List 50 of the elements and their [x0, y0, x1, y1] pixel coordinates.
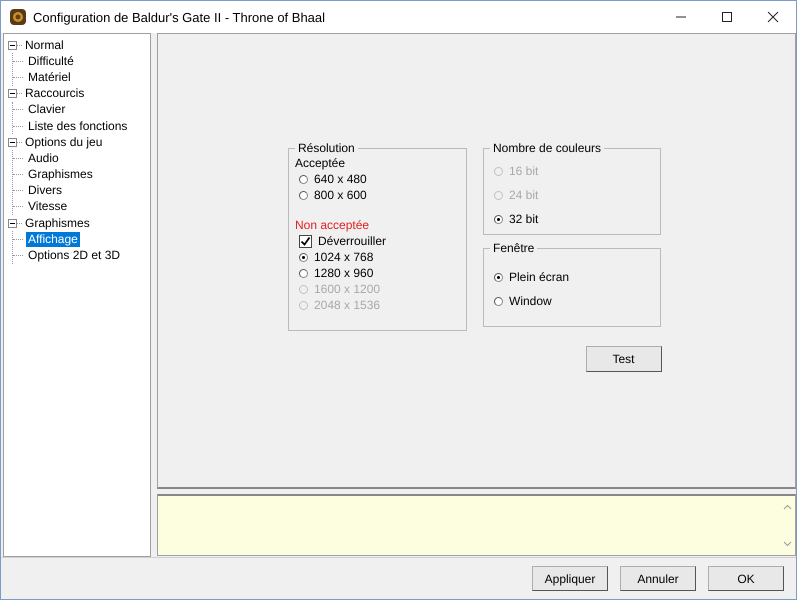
tree-item[interactable]: Options 2D et 3D: [26, 248, 122, 264]
group-title: Résolution: [297, 141, 356, 155]
tree-item[interactable]: Graphismes: [26, 167, 95, 182]
radio-button[interactable]: [494, 214, 503, 224]
option-label: Déverrouiller: [318, 234, 386, 248]
option-label: Plein écran: [509, 270, 570, 284]
option-label: 2048 x 1536: [314, 298, 380, 312]
radio-button[interactable]: [299, 190, 308, 200]
close-icon[interactable]: [765, 9, 781, 25]
radio-button[interactable]: [494, 272, 503, 282]
option-label: 1024 x 768: [314, 250, 374, 264]
group-title: Nombre de couleurs: [492, 141, 602, 155]
checkmark-icon: [300, 236, 311, 246]
tree-item[interactable]: Normal: [23, 38, 66, 53]
option-label: 1600 x 1200: [314, 282, 380, 296]
tree-item[interactable]: Divers: [26, 183, 64, 198]
tree-item[interactable]: Audio: [26, 150, 61, 166]
option-label: 24 bit: [509, 188, 538, 202]
radio-button[interactable]: [299, 252, 308, 262]
app-icon: [9, 8, 27, 26]
section-label: Non acceptée: [295, 217, 370, 233]
scroll-up-icon: [782, 504, 792, 510]
test-button[interactable]: Test: [586, 346, 662, 372]
option-label: 1280 x 960: [314, 266, 374, 280]
radio-button[interactable]: [494, 296, 503, 306]
dialog-button[interactable]: OK: [708, 566, 784, 591]
window-title: Configuration de Baldur's Gate II - Throne of Bhaal: [33, 10, 326, 24]
option-label: Window: [509, 294, 552, 308]
dialog-button[interactable]: Annuler: [620, 566, 696, 591]
checkbox[interactable]: [299, 234, 312, 248]
option-label: 800 x 600: [314, 188, 367, 202]
tree-item[interactable]: Affichage: [26, 232, 80, 247]
option-label: 32 bit: [509, 212, 538, 226]
group-title: Fenêtre: [492, 241, 536, 255]
tree-item[interactable]: Difficulté: [26, 54, 76, 69]
tree-item[interactable]: Vitesse: [26, 199, 70, 214]
maximize-icon[interactable]: [719, 9, 735, 25]
dialog-button[interactable]: Appliquer: [532, 566, 608, 591]
tree-item[interactable]: Liste des fonctions: [26, 118, 130, 134]
radio-button[interactable]: [299, 268, 308, 278]
tree-item[interactable]: Matériel: [26, 70, 73, 85]
section-label: Acceptée: [295, 155, 346, 171]
scroll-down-icon: [782, 541, 792, 547]
tree-item[interactable]: Clavier: [26, 102, 68, 118]
option-label: 640 x 480: [314, 172, 367, 186]
option-label: 16 bit: [509, 164, 538, 178]
radio-button[interactable]: [299, 174, 308, 184]
tree-item[interactable]: Raccourcis: [23, 86, 86, 102]
tree-item[interactable]: Options du jeu: [23, 134, 104, 150]
tree-item[interactable]: Graphismes: [23, 216, 92, 231]
